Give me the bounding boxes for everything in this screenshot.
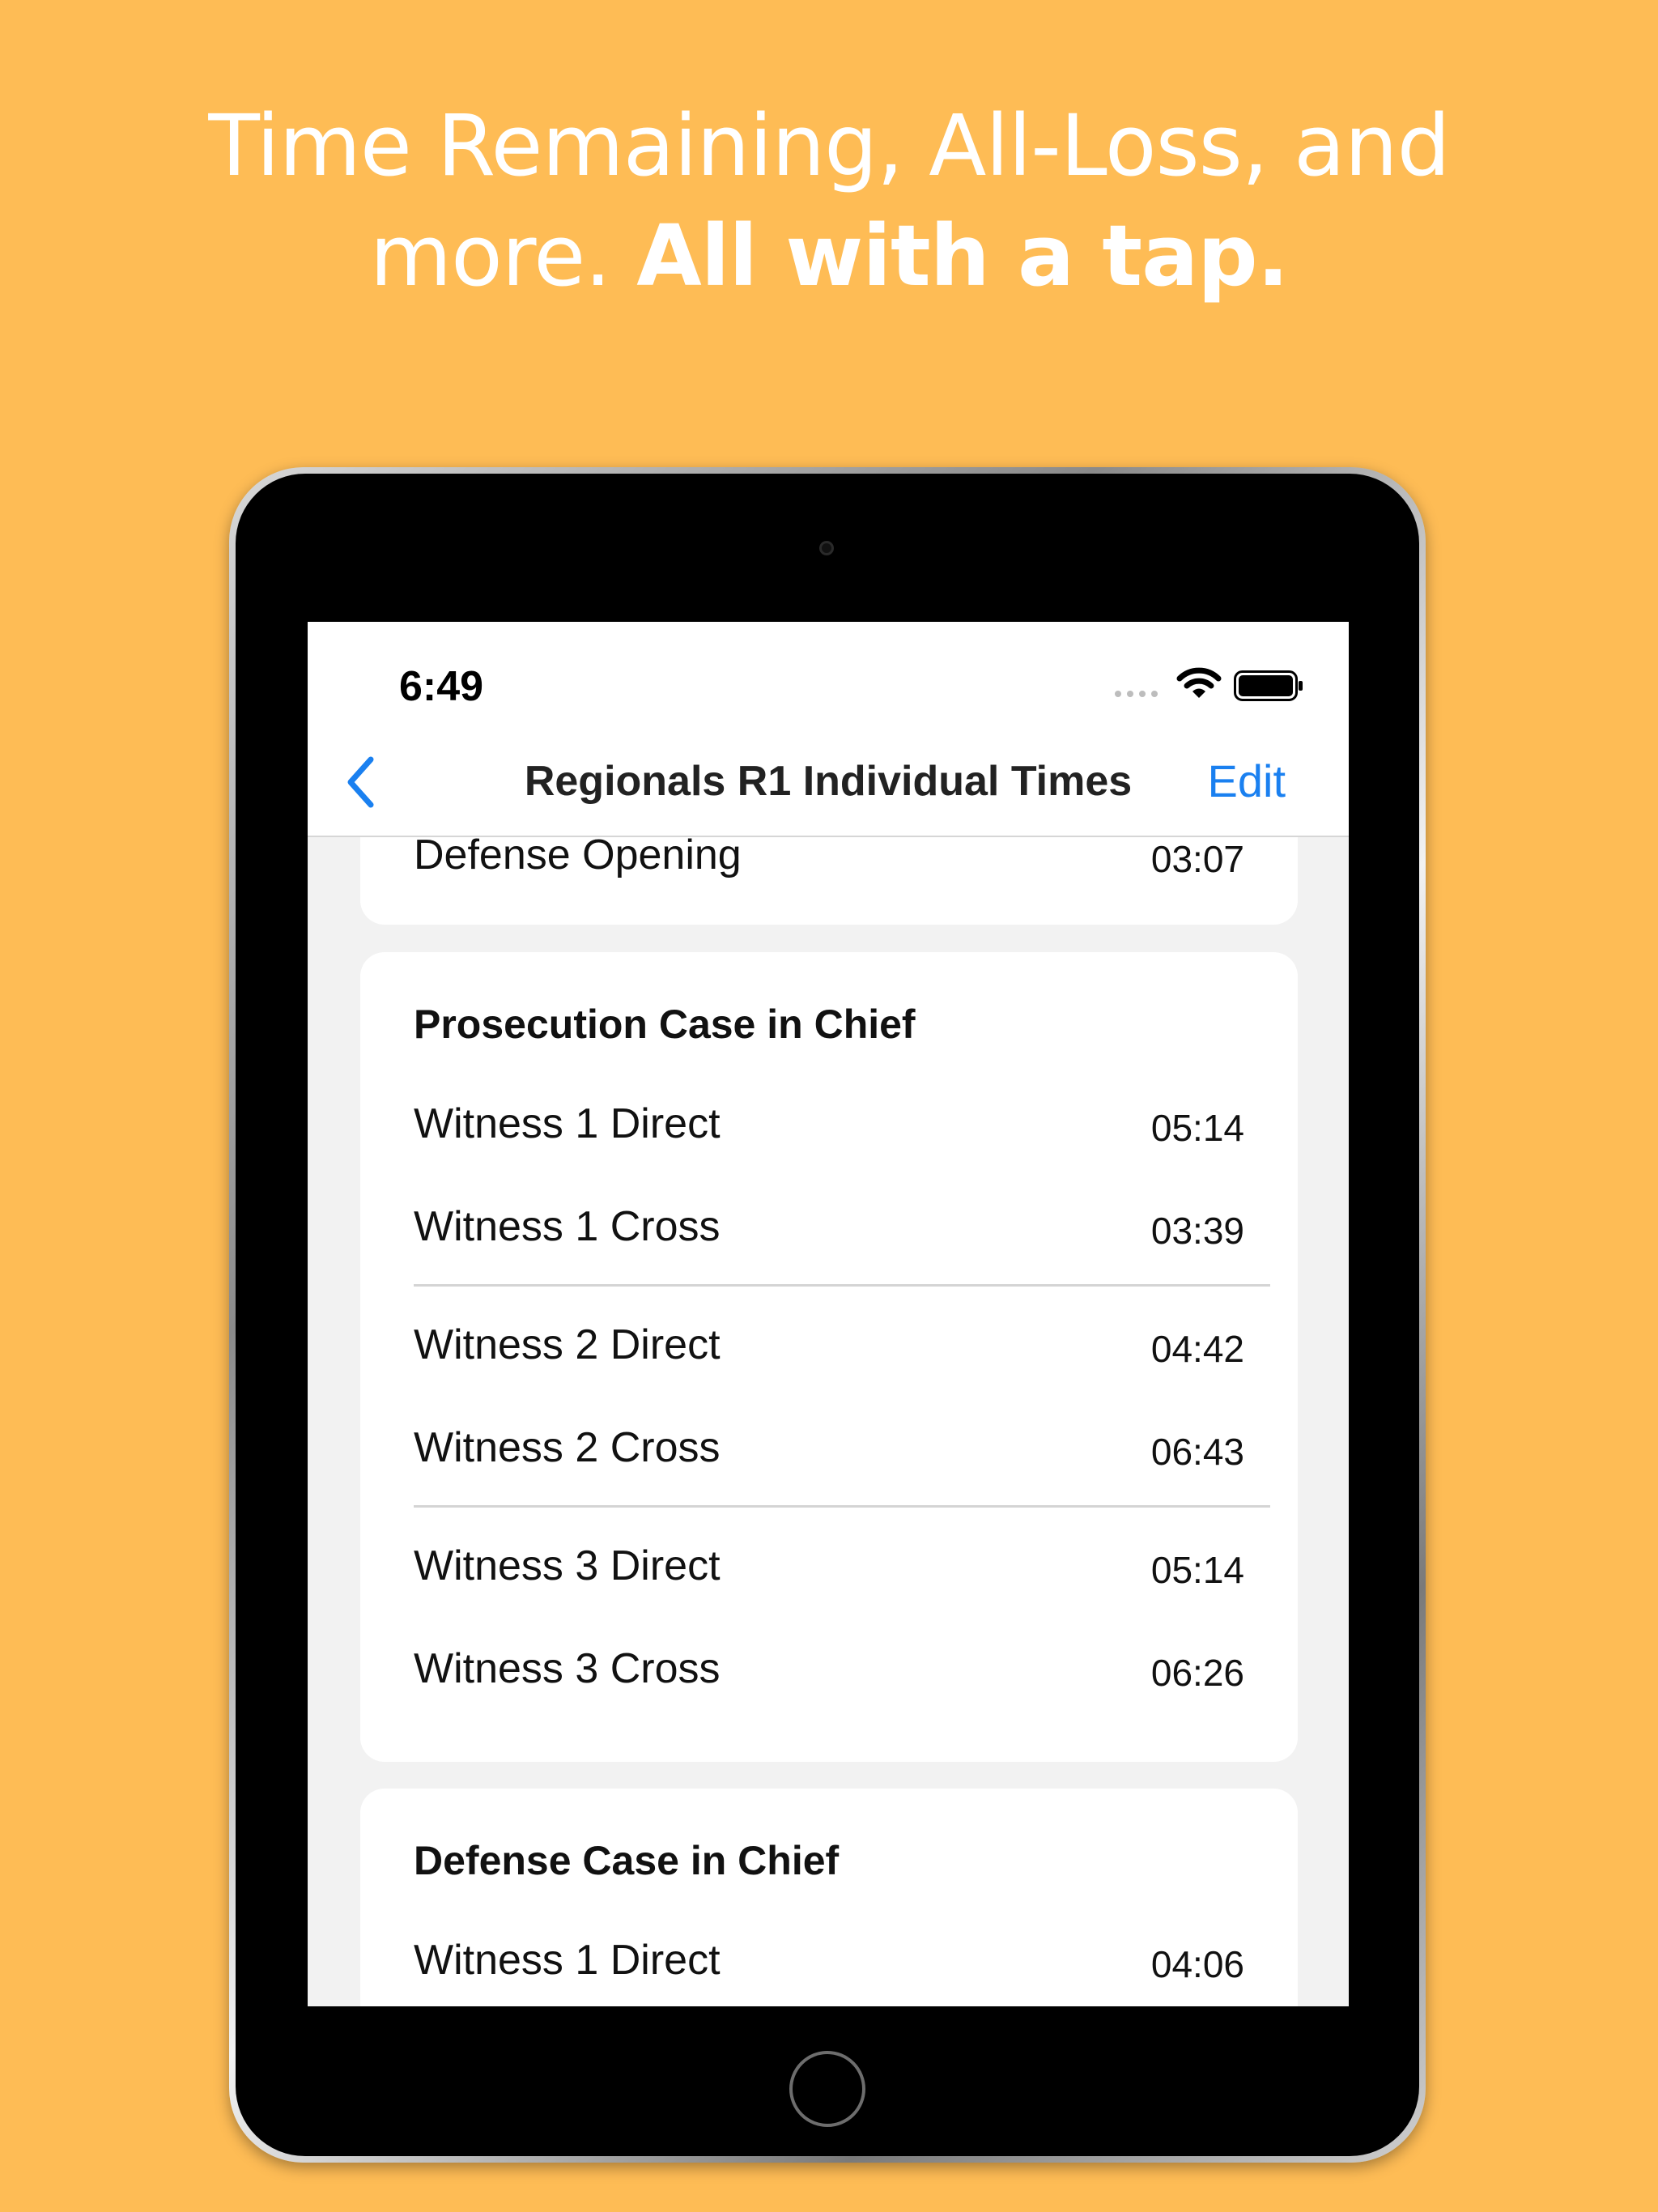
list-item[interactable]: Witness 2 Direct 04:42 bbox=[414, 1321, 1244, 1385]
headline-line-2-regular: more. bbox=[369, 206, 637, 305]
list-item[interactable]: Witness 2 Cross 06:43 bbox=[414, 1423, 1244, 1488]
list-item[interactable]: Witness 3 Cross 06:26 bbox=[414, 1644, 1244, 1709]
device-screen: 6:49 Regionals R1 Individual Times Edit bbox=[308, 622, 1349, 2006]
row-label: Witness 2 Cross bbox=[414, 1424, 721, 1471]
nav-title: Regionals R1 Individual Times bbox=[524, 758, 1133, 805]
wifi-icon bbox=[1176, 667, 1222, 698]
back-button[interactable] bbox=[324, 743, 397, 821]
row-label: Witness 2 Direct bbox=[414, 1321, 721, 1368]
row-time-value: 04:42 bbox=[1150, 1328, 1244, 1370]
home-button[interactable] bbox=[789, 2051, 865, 2127]
witness-divider bbox=[414, 1505, 1270, 1508]
marketing-headline: Time Remaining, All-Loss, and more. All … bbox=[0, 91, 1658, 311]
list-item[interactable]: Defense Opening 03:07 bbox=[414, 831, 1244, 895]
battery-icon bbox=[1234, 670, 1303, 701]
front-camera-icon bbox=[819, 541, 834, 555]
list-item[interactable]: Witness 1 Direct 04:06 bbox=[414, 1936, 1244, 2001]
row-label: Witness 3 Cross bbox=[414, 1645, 721, 1692]
row-time-value: 05:14 bbox=[1150, 1549, 1244, 1591]
section-title: Defense Case in Chief bbox=[414, 1838, 840, 1883]
chevron-left-icon bbox=[347, 756, 374, 808]
defense-case-card: Defense Case in Chief Witness 1 Direct 0… bbox=[360, 1789, 1298, 2006]
headline-line-2-bold: All with a tap. bbox=[636, 206, 1289, 305]
list-item[interactable]: Witness 3 Direct 05:14 bbox=[414, 1542, 1244, 1606]
status-bar: 6:49 bbox=[308, 622, 1349, 727]
headline-line-2: more. All with a tap. bbox=[0, 201, 1658, 311]
list-item[interactable]: Witness 1 Cross 03:39 bbox=[414, 1202, 1244, 1267]
times-list[interactable]: Defense Opening 03:07 Prosecution Case i… bbox=[308, 756, 1349, 2006]
edit-button[interactable]: Edit bbox=[1208, 727, 1286, 836]
row-time-value: 06:26 bbox=[1150, 1652, 1244, 1694]
row-time-value: 05:14 bbox=[1150, 1107, 1244, 1149]
prosecution-case-card: Prosecution Case in Chief Witness 1 Dire… bbox=[360, 952, 1298, 1762]
row-label: Witness 3 Direct bbox=[414, 1542, 721, 1589]
navigation-bar: Regionals R1 Individual Times Edit bbox=[308, 727, 1349, 837]
row-time-value: 06:43 bbox=[1150, 1431, 1244, 1473]
section-title: Prosecution Case in Chief bbox=[414, 1002, 916, 1047]
row-label: Witness 1 Direct bbox=[414, 1100, 721, 1147]
row-label: Defense Opening bbox=[414, 832, 742, 878]
headline-line-1: Time Remaining, All-Loss, and bbox=[208, 96, 1450, 195]
list-item[interactable]: Witness 1 Direct 05:14 bbox=[414, 1100, 1244, 1164]
status-time: 6:49 bbox=[399, 663, 484, 710]
row-label: Witness 1 Direct bbox=[414, 1937, 721, 1984]
row-label: Witness 1 Cross bbox=[414, 1203, 721, 1250]
row-time-value: 04:06 bbox=[1150, 1943, 1244, 1985]
cellular-signal-icon bbox=[1115, 691, 1158, 697]
row-time-value: 03:39 bbox=[1150, 1210, 1244, 1252]
row-time-value: 03:07 bbox=[1150, 838, 1244, 880]
witness-divider bbox=[414, 1284, 1270, 1287]
